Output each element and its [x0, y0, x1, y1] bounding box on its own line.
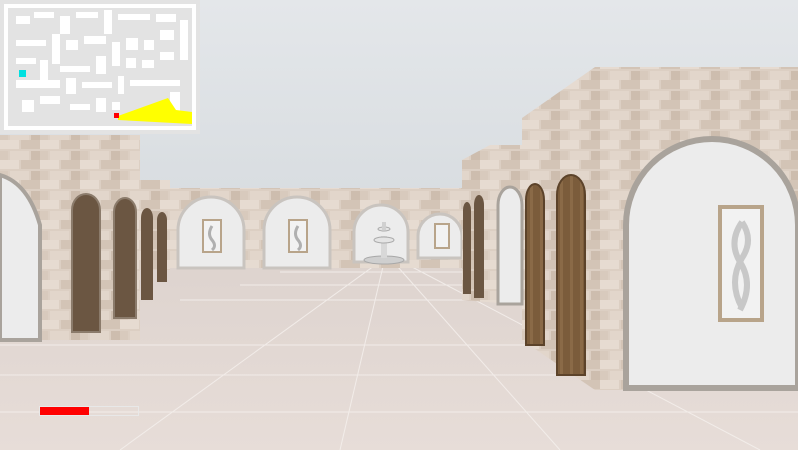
- health-bar-fill: [40, 407, 89, 415]
- far-wall: [165, 188, 465, 270]
- minimap-marker: [19, 70, 26, 77]
- health-bar: [39, 406, 139, 416]
- minimap-player: [114, 113, 119, 118]
- minimap: [0, 0, 200, 134]
